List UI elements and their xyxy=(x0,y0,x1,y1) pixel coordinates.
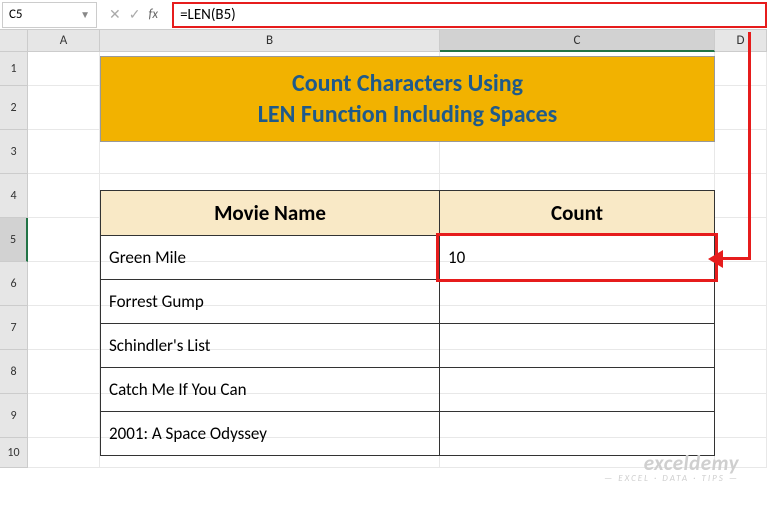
name-box[interactable]: C5 ▼ xyxy=(2,2,97,28)
cell-D2[interactable] xyxy=(715,86,767,130)
cell-D8[interactable] xyxy=(715,350,767,394)
cell-A9[interactable] xyxy=(28,394,100,438)
movie-cell[interactable]: Catch Me If You Can xyxy=(101,368,440,411)
watermark-line1: exceldemy xyxy=(604,453,739,474)
count-cell[interactable] xyxy=(440,324,714,367)
cell-A3[interactable] xyxy=(28,130,100,174)
row-header-4[interactable]: 4 xyxy=(0,174,28,218)
table-row: Forrest Gump xyxy=(100,280,715,324)
cancel-formula-icon[interactable]: ✕ xyxy=(109,6,121,23)
accept-formula-icon[interactable]: ✓ xyxy=(129,6,141,23)
cell-A10[interactable] xyxy=(28,438,100,468)
cell-A1[interactable] xyxy=(28,52,100,86)
cell-A4[interactable] xyxy=(28,174,100,218)
cell-A6[interactable] xyxy=(28,262,100,306)
movie-cell[interactable]: 2001: A Space Odyssey xyxy=(101,412,440,455)
movie-cell[interactable]: Forrest Gump xyxy=(101,280,440,323)
col-header-A[interactable]: A xyxy=(28,30,100,52)
table-row: Green Mile 10 xyxy=(100,236,715,280)
count-cell[interactable] xyxy=(440,368,714,411)
row-header-2[interactable]: 2 xyxy=(0,86,28,130)
cell-D4[interactable] xyxy=(715,174,767,218)
cell-D7[interactable] xyxy=(715,306,767,350)
cell-A2[interactable] xyxy=(28,86,100,130)
count-cell[interactable] xyxy=(440,412,714,455)
count-cell[interactable] xyxy=(440,280,714,323)
table-header-count[interactable]: Count xyxy=(440,191,714,235)
title-banner: Count Characters Using LEN Function Incl… xyxy=(100,56,715,142)
row-header-10[interactable]: 10 xyxy=(0,438,28,468)
title-line1: Count Characters Using xyxy=(292,68,523,99)
movie-cell[interactable]: Green Mile xyxy=(101,236,440,279)
cell-A7[interactable] xyxy=(28,306,100,350)
table-header-movie[interactable]: Movie Name xyxy=(101,191,440,235)
row-header-9[interactable]: 9 xyxy=(0,394,28,438)
cell-A8[interactable] xyxy=(28,350,100,394)
row-header-8[interactable]: 8 xyxy=(0,350,28,394)
cell-A5[interactable] xyxy=(28,218,100,262)
table-row: Catch Me If You Can xyxy=(100,368,715,412)
data-table: Movie Name Count Green Mile 10 Forrest G… xyxy=(100,190,715,456)
watermark: exceldemy — EXCEL · DATA · TIPS — xyxy=(604,453,739,483)
count-cell[interactable]: 10 xyxy=(440,236,714,279)
row-header-3[interactable]: 3 xyxy=(0,130,28,174)
formula-bar-input[interactable]: =LEN(B5) xyxy=(172,2,767,28)
cell-D9[interactable] xyxy=(715,394,767,438)
cell-D1[interactable] xyxy=(715,52,767,86)
row-header-7[interactable]: 7 xyxy=(0,306,28,350)
movie-cell[interactable]: Schindler's List xyxy=(101,324,440,367)
name-box-value: C5 xyxy=(9,7,23,22)
row-header-1[interactable]: 1 xyxy=(0,52,28,86)
cell-D3[interactable] xyxy=(715,130,767,174)
select-all-corner[interactable] xyxy=(0,30,28,52)
title-line2: LEN Function Including Spaces xyxy=(258,99,557,130)
table-row: 2001: A Space Odyssey xyxy=(100,412,715,456)
row-header-5[interactable]: 5 xyxy=(0,218,28,262)
col-header-C[interactable]: C xyxy=(440,30,715,52)
table-row: Schindler's List xyxy=(100,324,715,368)
watermark-line2: — EXCEL · DATA · TIPS — xyxy=(604,474,739,483)
annotation-arrow-head-icon xyxy=(708,250,723,268)
chevron-down-icon[interactable]: ▼ xyxy=(80,8,90,21)
col-header-B[interactable]: B xyxy=(100,30,440,52)
row-header-6[interactable]: 6 xyxy=(0,262,28,306)
fx-icon[interactable]: fx xyxy=(148,7,158,22)
formula-text: =LEN(B5) xyxy=(180,6,236,24)
cell-D6[interactable] xyxy=(715,262,767,306)
col-header-D[interactable]: D xyxy=(715,30,767,52)
